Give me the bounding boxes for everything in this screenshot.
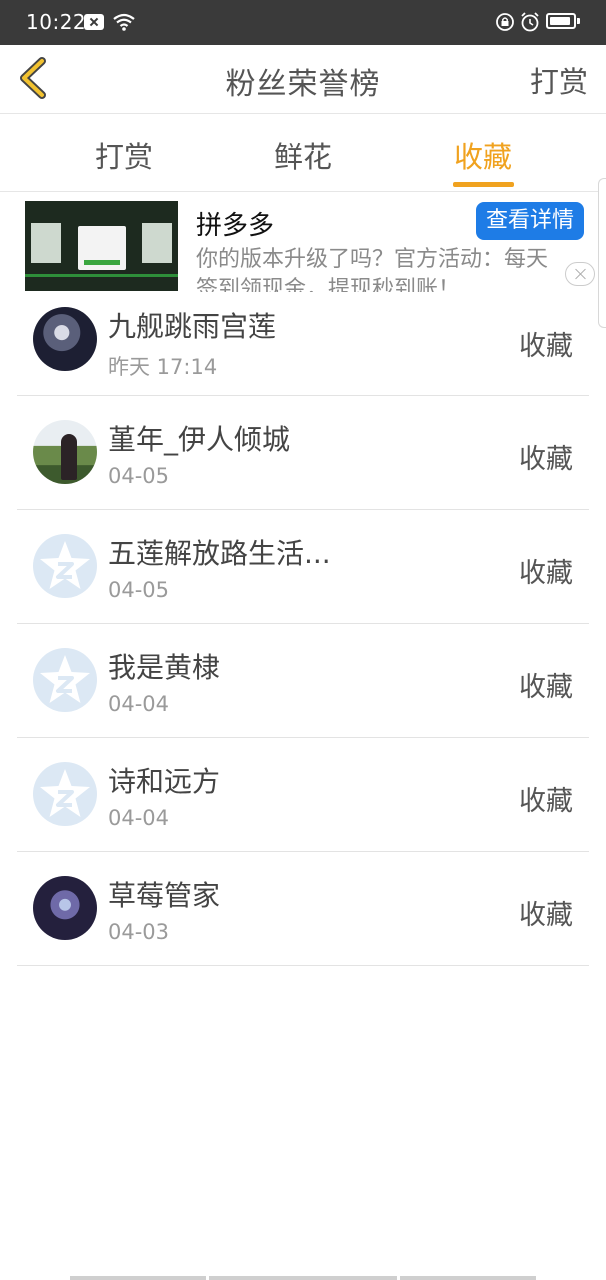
avatar (33, 307, 97, 371)
top-bar: 粉丝荣誉榜 打赏 (0, 45, 606, 114)
fan-list: 九舰跳雨宫莲 昨天 17:14 收藏 堇年_伊人倾城 04-05 收藏 五莲解放… (17, 283, 589, 966)
timestamp: 04-04 (108, 806, 170, 830)
timestamp: 04-05 (108, 578, 170, 602)
user-name: 堇年_伊人倾城 (108, 423, 291, 456)
tab-reward[interactable]: 打赏 (64, 134, 184, 176)
avatar (33, 876, 97, 940)
user-name: 五莲解放路生活... (108, 537, 331, 570)
user-name: 草莓管家 (108, 879, 221, 912)
user-name: 九舰跳雨宫莲 (108, 310, 277, 343)
default-avatar-star-icon (33, 648, 97, 712)
status-bar: 10:22 (0, 0, 606, 45)
list-item[interactable]: 九舰跳雨宫莲 昨天 17:14 收藏 (17, 283, 589, 396)
timestamp: 04-03 (108, 920, 170, 944)
list-item[interactable]: 我是黄棣 04-04 收藏 (17, 624, 589, 738)
avatar (33, 420, 97, 484)
alarm-icon (521, 12, 539, 32)
side-drawer-handle[interactable] (598, 178, 606, 328)
active-tab-indicator (453, 182, 514, 187)
list-item[interactable]: 诗和远方 04-04 收藏 (17, 738, 589, 852)
tab-bar: 打赏 鲜花 收藏 (0, 114, 606, 192)
action-label: 收藏 (519, 444, 573, 475)
timestamp: 昨天 17:14 (108, 355, 218, 379)
ad-app-name: 拼多多 (196, 211, 275, 241)
wifi-icon (113, 13, 135, 31)
timestamp: 04-05 (108, 464, 170, 488)
ad-description-line: 你的版本升级了吗？官方活动：每天 (196, 247, 549, 272)
tab-flowers[interactable]: 鲜花 (243, 134, 363, 176)
timestamp: 04-04 (108, 692, 170, 716)
user-name: 诗和远方 (108, 765, 221, 798)
ad-banner[interactable]: 拼多多 查看详情 你的版本升级了吗？官方活动：每天 签到领现金，提现秒到账！ (0, 192, 606, 292)
user-name: 我是黄棣 (108, 651, 221, 684)
ad-view-details-button[interactable]: 查看详情 (476, 202, 584, 240)
page-title: 粉丝荣誉榜 (225, 67, 381, 102)
list-item[interactable]: 草莓管家 04-03 收藏 (17, 852, 589, 966)
lock-rotation-icon (496, 13, 514, 31)
list-item[interactable]: 堇年_伊人倾城 04-05 收藏 (17, 396, 589, 510)
action-label: 收藏 (519, 331, 573, 362)
action-label: 收藏 (519, 558, 573, 589)
default-avatar-star-icon (33, 762, 97, 826)
action-label: 收藏 (519, 672, 573, 703)
default-avatar-star-icon (33, 534, 97, 598)
tab-favorites[interactable]: 收藏 (423, 134, 543, 176)
reward-button[interactable]: 打赏 (530, 59, 588, 101)
battery-icon (546, 13, 580, 29)
list-item[interactable]: 五莲解放路生活... 04-05 收藏 (17, 510, 589, 624)
notification-close-icon (84, 14, 104, 30)
action-label: 收藏 (519, 900, 573, 931)
status-time: 10:22 (26, 10, 87, 34)
navigation-gesture-bar[interactable] (70, 1276, 536, 1280)
action-label: 收藏 (519, 786, 573, 817)
ad-thumbnail (25, 201, 178, 291)
